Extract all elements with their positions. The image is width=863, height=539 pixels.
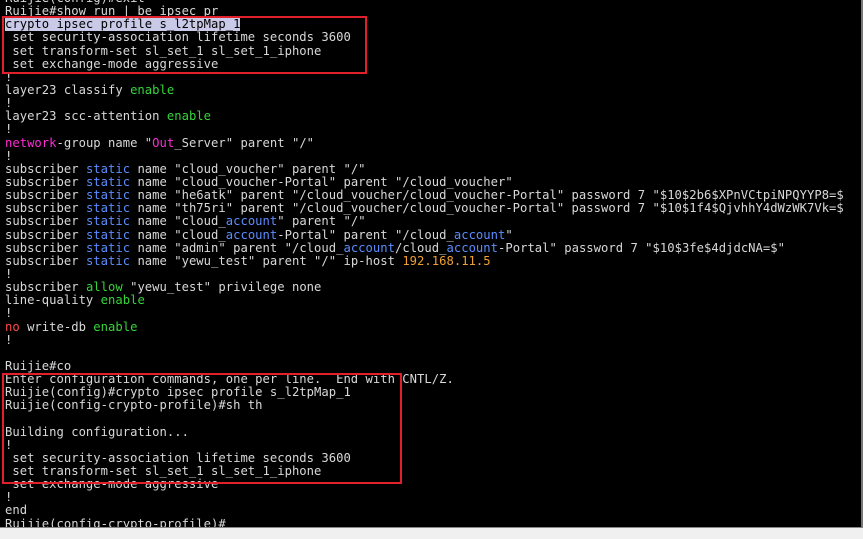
terminal-text: subscriber [5,240,86,255]
terminal-text: static [85,174,131,189]
terminal-text: account [343,240,395,255]
terminal-text: set exchange-mode aggressive [5,477,219,492]
terminal-text: no [5,319,20,334]
terminal-text: ! [5,148,13,163]
terminal-line: no write-db enable [5,319,844,334]
terminal-text: ! [5,332,13,347]
terminal-text: ! [5,490,13,505]
terminal-text: account [453,227,506,242]
terminal-text: enable [130,82,175,97]
terminal-text: enable [100,293,145,308]
terminal-text: set security-association lifetime second… [5,30,351,45]
terminal-text: enable [166,109,212,124]
terminal-text: layer23 scc-attention [5,109,167,124]
terminal-text: Ruijie(config-crypto-profile)# [5,516,226,528]
terminal-line: Building configuration... [5,424,844,439]
terminal-text: line-quality [5,293,101,308]
terminal-line: subscriber static name "yewu_test" paren… [5,253,844,268]
terminal-text: " parent "/" [277,214,366,229]
terminal-text: subscriber [5,253,86,268]
terminal-text: static [85,240,131,255]
terminal-line: layer23 scc-attention enable [5,110,844,123]
terminal-text: -Portal" parent "/cloud_ [277,227,454,242]
terminal-window[interactable]: Ruijie(config)#exitRuijie#show run | be … [0,0,863,528]
terminal-text: -group name " [56,135,153,150]
terminal-text: layer23 classify [5,82,131,97]
terminal-text: name "yewu_test" parent "/" ip-host [130,253,403,268]
terminal-line: network-group name "Out_Server" parent "… [5,135,844,150]
terminal-text: network [5,135,57,150]
terminal-text: Ruijie#show run | be ipsec pr [5,4,219,19]
terminal-text: static [85,201,131,216]
terminal-text: subscriber [5,161,86,176]
terminal-text: ! [5,437,13,452]
terminal-text: set security-association lifetime second… [5,450,351,465]
terminal-text: ! [5,69,13,84]
terminal-text: ! [5,266,13,281]
terminal-text: subscriber [5,280,86,295]
terminal-text: set exchange-mode aggressive [5,56,219,71]
terminal-text: /cloud_ [394,240,447,255]
terminal-text: name "admin" parent "/cloud_ [130,240,344,255]
terminal-text: -Portal" password 7 "$10$3fe$4djdcNA=$" [498,240,785,255]
terminal-text: _Server" parent "/" [174,135,315,150]
terminal-text: static [85,227,131,242]
terminal-text: account [225,214,278,229]
terminal-text: name "cloud_ [130,214,226,229]
terminal-text: name "th75ri" parent "/cloud_voucher/clo… [130,201,844,216]
terminal-text: static [85,188,131,203]
terminal-line: line-quality enable [5,294,844,307]
terminal-text: account [225,227,278,242]
terminal-text: allow [85,280,123,295]
terminal-text: set transform-set sl_set_1 sl_set_1_ipho… [5,464,322,479]
terminal-text: Enter configuration commands, one per li… [5,372,454,387]
terminal-text: name "cloud_voucher" parent "/" [130,161,366,176]
terminal-line: ! [5,332,844,347]
terminal-text: ! [5,96,13,111]
terminal-text: Ruijie(config-crypto-profile)#sh th [5,398,263,413]
terminal-text: end [5,503,28,518]
terminal-text: write-db [19,319,94,334]
terminal-text: set transform-set sl_set_1 sl_set_1_ipho… [5,43,322,58]
terminal-text: name "cloud_voucher-Portal" parent "/clo… [130,174,513,189]
terminal-text: enable [93,319,138,334]
terminal-line: Ruijie(config-crypto-profile)#sh th [5,399,844,412]
terminal-text: subscriber [5,201,86,216]
terminal-text: Ruijie#co [5,358,72,373]
terminal-text: 192.168.11.5 [402,253,491,268]
terminal-text: ! [5,122,13,137]
terminal-text: subscriber [5,174,86,189]
status-bar [0,528,863,539]
terminal-text: subscriber [5,214,86,229]
terminal-text: Building configuration... [5,424,189,439]
terminal-text: ! [5,306,13,321]
terminal-line: set exchange-mode aggressive [5,478,844,491]
terminal-text: static [85,161,131,176]
terminal-text: "yewu_test" privilege none [122,280,322,295]
terminal-line: ! [5,491,844,504]
terminal-text: crypto ipsec profile s_l2tpMap_1 [5,17,241,32]
terminal-text: subscriber [5,188,86,203]
terminal-text: Ruijie(config)#crypto ipsec profile s_l2… [5,385,351,400]
terminal-text: name "cloud_ [130,227,226,242]
terminal-text: subscriber [5,227,86,242]
terminal-line: set exchange-mode aggressive [5,56,844,71]
terminal-output: Ruijie(config)#exitRuijie#show run | be … [5,0,844,528]
terminal-text: " [505,227,513,242]
terminal-line: layer23 classify enable [5,82,844,97]
terminal-text: Out [152,135,175,150]
terminal-text: static [85,253,131,268]
terminal-line: Ruijie(config-crypto-profile)# [5,516,844,528]
terminal-text: name "he6atk" parent "/cloud_voucher/clo… [130,188,844,203]
terminal-text: account [446,240,499,255]
terminal-text: static [85,214,131,229]
